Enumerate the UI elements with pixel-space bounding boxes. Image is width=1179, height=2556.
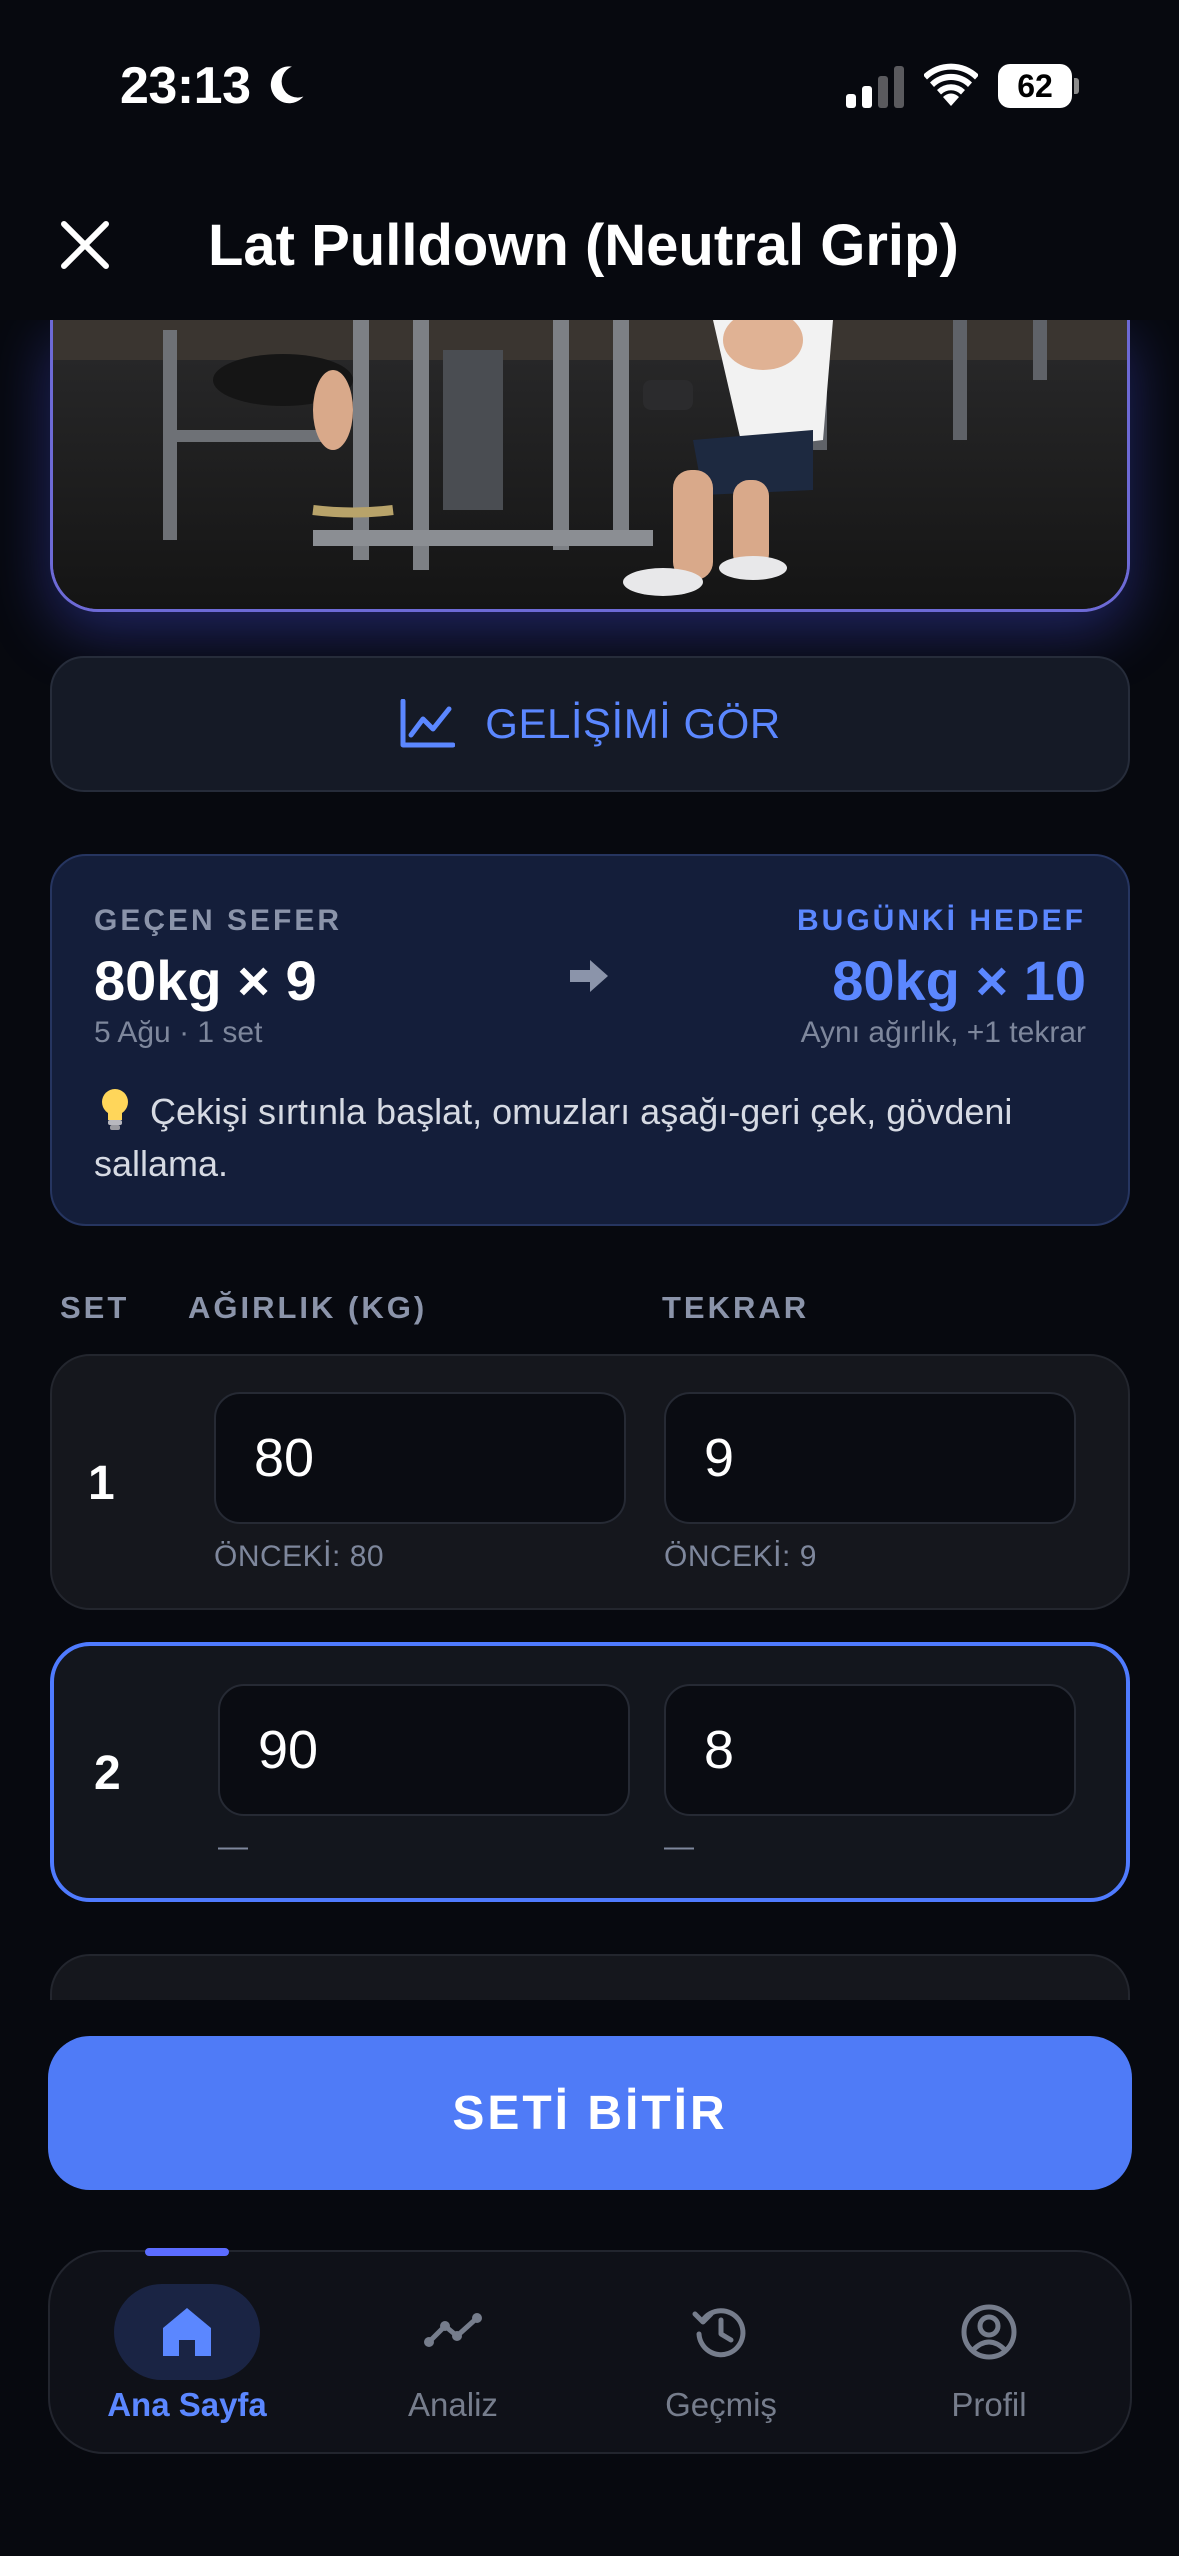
moon-icon	[270, 66, 304, 104]
profile-icon	[961, 2304, 1017, 2360]
exercise-demo-image	[50, 320, 1130, 612]
reps-input[interactable]	[664, 1392, 1076, 1524]
set-row-2: 2 — —	[50, 1642, 1130, 1902]
cellular-signal-icon	[846, 66, 904, 108]
tab-analytics-label: Analiz	[408, 2386, 498, 2423]
previous-weight-hint: ÖNCEKİ: 80	[214, 1540, 385, 1573]
screen-header: Lat Pulldown (Neutral Grip)	[0, 170, 1179, 320]
battery-level: 62	[1017, 67, 1053, 104]
battery-nub	[1074, 78, 1079, 94]
arrow-right-icon	[570, 960, 608, 992]
wifi-icon	[924, 63, 978, 106]
tab-profile[interactable]: Profil	[854, 2252, 1124, 2456]
battery-indicator: 62	[998, 64, 1079, 108]
today-target-label: BUGÜNKİ HEDEF	[796, 904, 1086, 937]
set-number: 2	[94, 1747, 121, 1800]
view-progress-button[interactable]: GELİŞİMİ GÖR	[50, 656, 1130, 792]
tab-home-icon-bg	[114, 2284, 260, 2380]
home-icon	[163, 2308, 211, 2356]
exercise-tip: Çekişi sırtınla başlat, omuzları aşağı-g…	[94, 1091, 1013, 1184]
column-weight-header: AĞIRLIK (KG)	[188, 1290, 428, 1325]
exercise-photo	[53, 320, 1127, 609]
previous-session-label: GEÇEN SEFER	[94, 904, 343, 937]
finish-set-button[interactable]: SETİ BİTİR	[48, 2036, 1132, 2190]
tab-history[interactable]: Geçmiş	[586, 2252, 856, 2456]
close-icon[interactable]	[56, 216, 114, 274]
column-set-header: SET	[60, 1290, 130, 1325]
weight-input[interactable]	[214, 1392, 626, 1524]
previous-weight-hint: —	[218, 1830, 249, 1863]
status-bar: 23:13 62	[0, 0, 1179, 170]
trend-chart-icon	[400, 699, 456, 748]
set-number: 1	[88, 1457, 115, 1510]
set-row-1: 1 ÖNCEKİ: 80 ÖNCEKİ: 9	[50, 1354, 1130, 1610]
today-target-meta: Aynı ağırlık, +1 tekrar	[800, 1016, 1086, 1049]
tab-analytics-icon-bg	[380, 2284, 526, 2380]
today-target-value: 80kg × 10	[832, 949, 1086, 1012]
previous-reps-hint: ÖNCEKİ: 9	[664, 1540, 817, 1573]
weight-input[interactable]	[218, 1684, 630, 1816]
view-progress-label: GELİŞİMİ GÖR	[485, 700, 781, 747]
previous-session-meta: 5 Ağu · 1 set	[94, 1016, 263, 1049]
last-vs-target-card: GEÇEN SEFER 80kg × 9 5 Ağu · 1 set BUGÜN…	[50, 854, 1130, 1226]
history-icon	[692, 2308, 746, 2358]
status-time: 23:13	[120, 57, 251, 115]
tab-home[interactable]: Ana Sayfa	[52, 2252, 322, 2456]
tab-history-label: Geçmiş	[665, 2386, 777, 2423]
previous-reps-hint: —	[664, 1830, 695, 1863]
page-title: Lat Pulldown (Neutral Grip)	[208, 213, 959, 278]
tab-analytics[interactable]: Analiz	[318, 2252, 588, 2456]
finish-set-label: SETİ BİTİR	[452, 2086, 728, 2140]
tab-profile-label: Profil	[951, 2386, 1027, 2423]
tab-home-label: Ana Sayfa	[107, 2386, 267, 2423]
scroll-fade	[0, 2000, 1179, 2036]
column-reps-header: TEKRAR	[662, 1290, 810, 1325]
tab-history-icon-bg	[648, 2284, 794, 2380]
analytics-icon	[424, 2313, 482, 2347]
reps-input[interactable]	[664, 1684, 1076, 1816]
previous-session-value: 80kg × 9	[94, 949, 317, 1012]
bottom-tab-bar: Ana Sayfa Analiz Geçmiş Profil	[48, 2248, 1132, 2456]
battery-body: 62	[998, 64, 1072, 108]
tab-profile-icon-bg	[916, 2284, 1062, 2380]
